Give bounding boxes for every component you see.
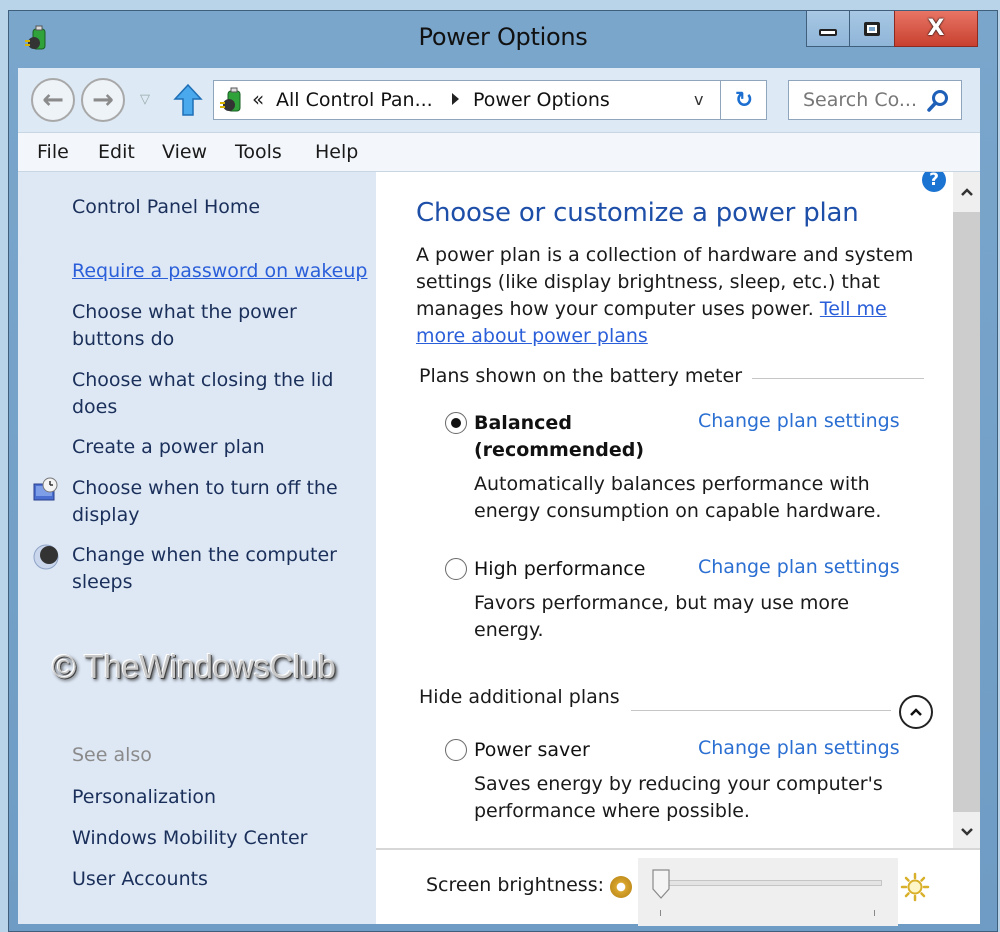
menu-tools[interactable]: Tools bbox=[235, 141, 282, 163]
title-bar[interactable]: Power Options X bbox=[9, 11, 997, 63]
plan-name-power-saver[interactable]: Power saver bbox=[474, 737, 590, 764]
user-accounts-link[interactable]: User Accounts bbox=[72, 866, 208, 893]
screen-brightness-label: Screen brightness: bbox=[426, 874, 604, 896]
plan-radio-balanced[interactable] bbox=[445, 412, 467, 434]
see-also-heading: See also bbox=[72, 744, 152, 766]
plan-name-balanced[interactable]: Balanced bbox=[474, 410, 572, 437]
create-power-plan-link[interactable]: Create a power plan bbox=[72, 434, 265, 461]
slider-thumb[interactable] bbox=[652, 869, 670, 899]
refresh-button[interactable]: ↻ bbox=[720, 80, 767, 120]
vertical-scrollbar[interactable] bbox=[953, 172, 980, 848]
control-panel-home-link[interactable]: Control Panel Home bbox=[72, 194, 260, 221]
require-password-link[interactable]: Require a password on wakeup bbox=[72, 258, 367, 285]
plan-name-balanced-recommended[interactable]: (recommended) bbox=[474, 437, 644, 464]
content-pane: ? Choose or customize a power plan A pow… bbox=[376, 172, 980, 848]
change-plan-settings-balanced[interactable]: Change plan settings bbox=[698, 410, 900, 432]
search-placeholder: Search Co... bbox=[803, 89, 917, 111]
breadcrumb-separator-icon[interactable] bbox=[452, 93, 459, 105]
battery-meter-group-label: Plans shown on the battery meter bbox=[419, 365, 753, 387]
change-plan-settings-high-performance[interactable]: Change plan settings bbox=[698, 556, 900, 578]
menu-edit[interactable]: Edit bbox=[98, 141, 135, 163]
window-client: ← → ▽ « All Control Pan... Power Options… bbox=[18, 68, 980, 926]
plan-description-power-saver: Saves energy by reducing your computer's… bbox=[474, 773, 883, 822]
breadcrumb-overflow-icon[interactable]: « bbox=[252, 87, 264, 111]
plan-radio-power-saver[interactable] bbox=[445, 739, 467, 761]
brightness-slider[interactable] bbox=[638, 858, 898, 926]
refresh-icon: ↻ bbox=[734, 87, 754, 113]
address-bar[interactable]: « All Control Pan... Power Options v ↻ bbox=[213, 80, 767, 120]
minimize-icon bbox=[819, 29, 837, 36]
back-button[interactable]: ← bbox=[31, 78, 75, 122]
maximize-icon bbox=[864, 21, 880, 36]
recent-locations-dropdown[interactable]: ▽ bbox=[140, 92, 150, 107]
navigation-bar: ← → ▽ « All Control Pan... Power Options… bbox=[18, 68, 980, 132]
address-dropdown-icon[interactable]: v bbox=[694, 90, 703, 109]
collapse-plans-button[interactable] bbox=[899, 695, 933, 729]
task-pane: Control Panel Home Require a password on… bbox=[18, 172, 376, 924]
maximize-button[interactable] bbox=[849, 11, 895, 47]
computer-sleeps-link[interactable]: Change when the computer sleeps bbox=[72, 542, 352, 596]
breadcrumb-power-options[interactable]: Power Options bbox=[473, 89, 610, 111]
mobility-center-link[interactable]: Windows Mobility Center bbox=[72, 825, 307, 852]
up-level-button[interactable] bbox=[173, 83, 203, 117]
chevron-down-icon bbox=[960, 828, 973, 836]
brightness-low-icon bbox=[610, 876, 632, 898]
watermark: © TheWindowsClub bbox=[52, 648, 336, 685]
group-divider bbox=[631, 710, 891, 711]
plan-description-balanced: Automatically balances performance with … bbox=[474, 473, 882, 522]
plan-description-high-performance: Favors performance, but may use more ene… bbox=[474, 592, 850, 641]
slider-tick bbox=[874, 910, 875, 916]
group-divider bbox=[736, 378, 924, 379]
change-plan-settings-power-saver[interactable]: Change plan settings bbox=[698, 737, 900, 759]
display-clock-icon bbox=[33, 477, 58, 501]
menu-view[interactable]: View bbox=[162, 141, 207, 163]
breadcrumb-all-control-panel[interactable]: All Control Pan... bbox=[276, 89, 433, 111]
plan-name-high-performance[interactable]: High performance bbox=[474, 556, 645, 583]
personalization-link[interactable]: Personalization bbox=[72, 784, 216, 811]
menu-help[interactable]: Help bbox=[315, 141, 358, 163]
chevron-up-icon bbox=[910, 708, 922, 716]
help-icon[interactable]: ? bbox=[922, 172, 946, 192]
page-heading: Choose or customize a power plan bbox=[416, 198, 859, 228]
turn-off-display-link[interactable]: Choose when to turn off the display bbox=[72, 475, 352, 529]
menu-bar: File Edit View Tools Help bbox=[18, 132, 980, 172]
scrollbar-thumb[interactable] bbox=[953, 212, 980, 812]
slider-track[interactable] bbox=[664, 880, 882, 886]
intro-text: A power plan is a collection of hardware… bbox=[416, 242, 916, 350]
power-options-window: Power Options X ← → ▽ « All Control Pan.… bbox=[8, 10, 998, 932]
forward-button[interactable]: → bbox=[81, 78, 125, 122]
scroll-down-button[interactable] bbox=[953, 818, 980, 846]
scroll-up-button[interactable] bbox=[953, 178, 980, 206]
arrow-left-icon: ← bbox=[42, 85, 64, 115]
close-button[interactable]: X bbox=[894, 11, 978, 47]
slider-tick bbox=[660, 910, 661, 916]
hide-additional-plans-label[interactable]: Hide additional plans bbox=[419, 686, 630, 708]
search-icon[interactable] bbox=[927, 89, 949, 113]
power-options-location-icon bbox=[220, 87, 241, 112]
menu-file[interactable]: File bbox=[37, 141, 69, 163]
brightness-footer: Screen brightness: bbox=[376, 848, 980, 926]
search-box[interactable]: Search Co... bbox=[788, 80, 962, 120]
moon-sleep-icon bbox=[33, 544, 59, 570]
chevron-up-icon bbox=[960, 188, 973, 196]
power-buttons-link[interactable]: Choose what the power buttons do bbox=[72, 299, 312, 353]
brightness-high-icon bbox=[900, 872, 930, 902]
closing-lid-link[interactable]: Choose what closing the lid does bbox=[72, 367, 352, 421]
arrow-right-icon: → bbox=[92, 85, 114, 115]
minimize-button[interactable] bbox=[806, 11, 850, 47]
plan-radio-high-performance[interactable] bbox=[445, 558, 467, 580]
close-icon: X bbox=[927, 16, 945, 41]
